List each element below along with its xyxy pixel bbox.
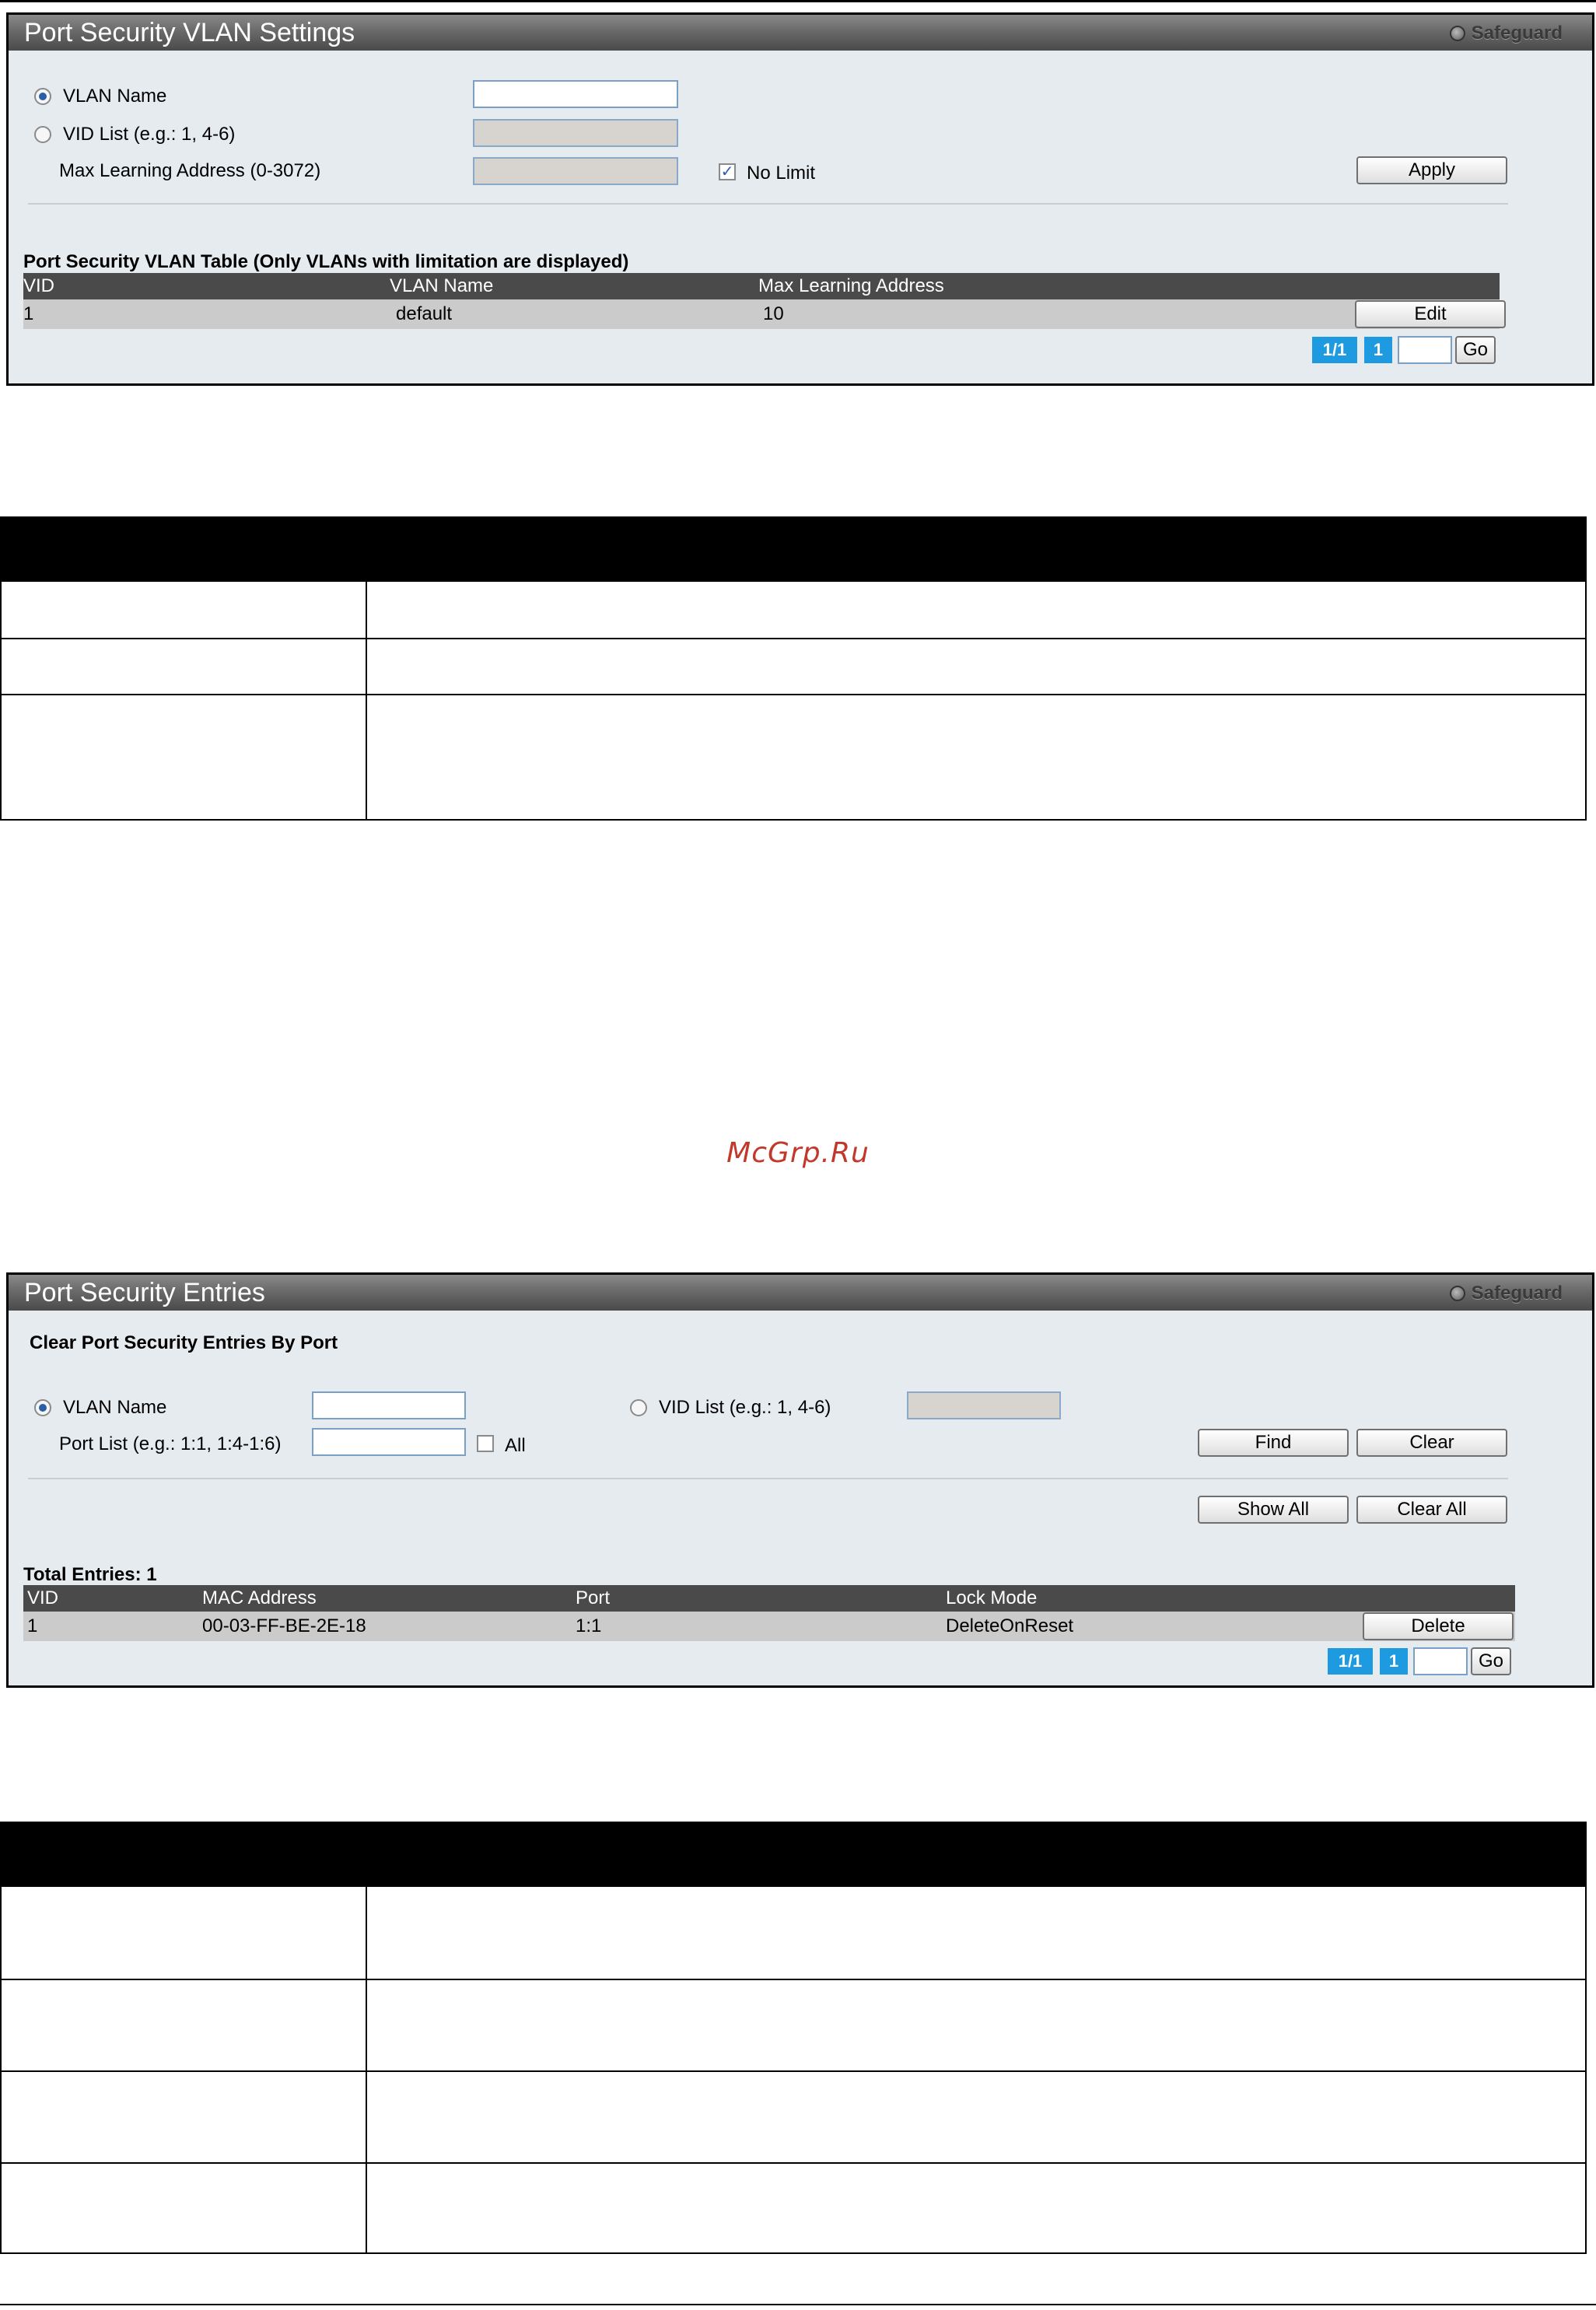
column-header-lock-mode: Lock Mode (946, 1587, 1038, 1608)
vlan-name-radio[interactable] (34, 1399, 51, 1416)
row-mac-address: 00-03-FF-BE-2E-18 (202, 1615, 366, 1636)
panel-header: Port Security Entries Safeguard (9, 1275, 1592, 1311)
row-divider (2, 694, 1585, 695)
max-learning-label: Max Learning Address (0-3072) (59, 160, 321, 181)
column-header-vid: VID (23, 275, 55, 296)
clear-button[interactable]: Clear (1356, 1429, 1507, 1457)
watermark: McGrp.Ru (726, 1137, 870, 1169)
no-limit-checkbox[interactable]: ✓ (719, 163, 736, 180)
row-divider (2, 2162, 1585, 2164)
port-security-entries-panel: Port Security Entries Safeguard Clear Po… (6, 1272, 1594, 1688)
vid-list-radio[interactable] (630, 1399, 647, 1416)
column-header-mac-address: MAC Address (202, 1587, 317, 1608)
port-list-label: Port List (e.g.: 1:1, 1:4-1:6) (59, 1433, 282, 1454)
edit-button[interactable]: Edit (1355, 300, 1506, 328)
table-row: 1 00-03-FF-BE-2E-18 1:1 DeleteOnReset De… (23, 1612, 1515, 1641)
safeguard-icon (1449, 1286, 1465, 1301)
row-divider (2, 1979, 1585, 1980)
go-button[interactable]: Go (1471, 1647, 1511, 1675)
column-header-max-learning: Max Learning Address (758, 275, 944, 296)
entries-description-table (0, 1822, 1587, 2254)
page-count-badge: 1/1 (1328, 1648, 1373, 1675)
find-button[interactable]: Find (1198, 1429, 1349, 1457)
safeguard-indicator: Safeguard (1449, 1283, 1563, 1304)
apply-button[interactable]: Apply (1356, 156, 1507, 184)
row-lock-mode: DeleteOnReset (946, 1615, 1074, 1636)
vid-list-label: VID List (e.g.: 1, 4-6) (63, 124, 236, 145)
row-divider (2, 638, 1585, 639)
go-button[interactable]: Go (1455, 336, 1496, 364)
total-entries: Total Entries: 1 (23, 1564, 157, 1585)
all-label: All (505, 1435, 526, 1456)
page-number-input[interactable] (1413, 1647, 1468, 1675)
form-separator (28, 203, 1508, 205)
page-top-rule (0, 0, 1596, 2)
form-separator (28, 1478, 1508, 1479)
port-list-input[interactable] (312, 1428, 466, 1456)
vlan-name-label: VLAN Name (63, 86, 167, 107)
page-1-link[interactable]: 1 (1380, 1648, 1408, 1675)
safeguard-icon (1449, 26, 1465, 41)
no-limit-label: No Limit (747, 163, 816, 184)
vlan-table-header: VID VLAN Name Max Learning Address (23, 273, 1500, 299)
description-column-divider (366, 582, 367, 819)
safeguard-indicator: Safeguard (1449, 23, 1563, 44)
all-checkbox[interactable] (477, 1435, 494, 1452)
port-security-vlan-settings-panel: Port Security VLAN Settings Safeguard VL… (6, 12, 1594, 386)
row-vid: 1 (27, 1615, 38, 1636)
vid-list-input[interactable] (907, 1391, 1061, 1419)
row-port: 1:1 (576, 1615, 602, 1636)
table-row: 1 default 10 Edit (23, 299, 1506, 329)
row-divider (2, 2070, 1585, 2072)
page-count-badge: 1/1 (1312, 337, 1357, 363)
column-header-vlan-name: VLAN Name (390, 275, 494, 296)
vid-list-input[interactable] (473, 119, 678, 147)
vlan-name-label: VLAN Name (63, 1397, 167, 1418)
vlan-settings-description-table (0, 516, 1587, 821)
row-vid: 1 (23, 303, 34, 324)
column-header-port: Port (576, 1587, 611, 1608)
panel-title: Port Security Entries (24, 1278, 265, 1307)
entries-table-header: VID MAC Address Port Lock Mode (23, 1585, 1515, 1612)
vid-list-label: VID List (e.g.: 1, 4-6) (659, 1397, 831, 1418)
safeguard-label: Safeguard (1471, 1283, 1563, 1304)
panel-title: Port Security VLAN Settings (24, 18, 355, 47)
vid-list-radio[interactable] (34, 126, 51, 143)
row-max-learning: 10 (763, 303, 784, 324)
page-bottom-rule (0, 2304, 1596, 2305)
description-column-divider (366, 1887, 367, 2252)
vlan-name-radio[interactable] (34, 88, 51, 105)
description-table-header (2, 518, 1585, 582)
description-table-header (2, 1823, 1585, 1887)
delete-button[interactable]: Delete (1363, 1612, 1514, 1640)
section-label: Clear Port Security Entries By Port (30, 1332, 338, 1353)
vlan-table-title: Port Security VLAN Table (Only VLANs wit… (23, 251, 629, 272)
show-all-button[interactable]: Show All (1198, 1496, 1349, 1524)
row-vlan-name: default (396, 303, 453, 324)
safeguard-label: Safeguard (1471, 23, 1563, 44)
panel-header: Port Security VLAN Settings Safeguard (9, 15, 1592, 51)
page-1-link[interactable]: 1 (1364, 337, 1392, 363)
column-header-vid: VID (27, 1587, 59, 1608)
page-number-input[interactable] (1398, 336, 1452, 364)
vlan-name-input[interactable] (473, 80, 678, 108)
vlan-name-input[interactable] (312, 1391, 466, 1419)
max-learning-input[interactable] (473, 157, 678, 185)
clear-all-button[interactable]: Clear All (1356, 1496, 1507, 1524)
